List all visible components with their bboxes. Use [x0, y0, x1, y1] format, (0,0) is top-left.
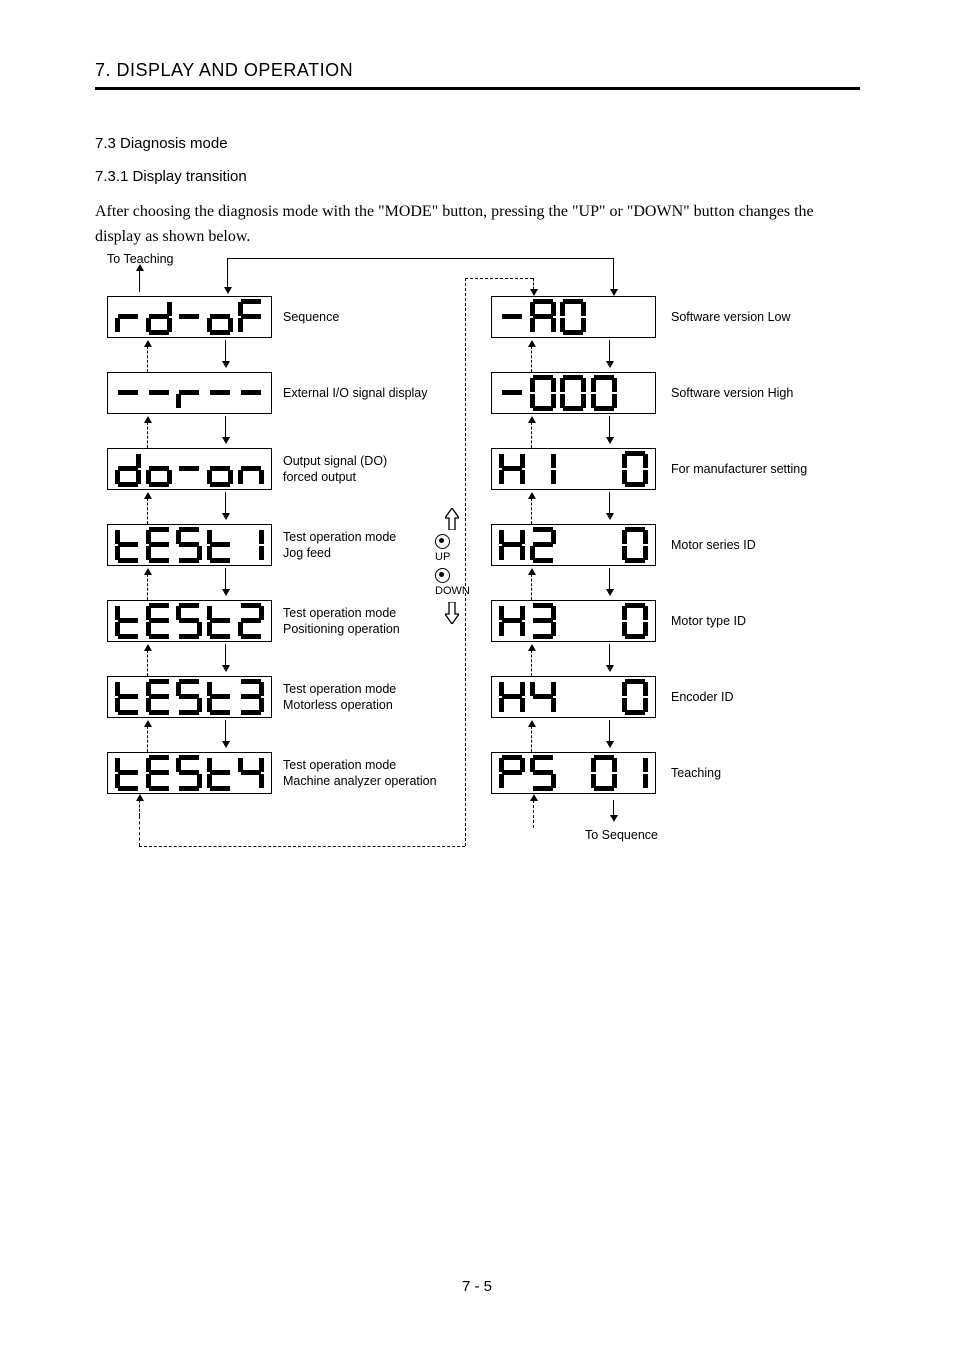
- display-label: Test operation mode Positioning operatio…: [283, 606, 400, 637]
- display-box: [491, 524, 656, 566]
- up-button-label: UP: [435, 551, 450, 563]
- display-box: [491, 372, 656, 414]
- chapter-title: 7. DISPLAY AND OPERATION: [95, 60, 860, 90]
- display-box: [107, 448, 272, 490]
- display-box: [491, 600, 656, 642]
- display-label: Software version Low: [671, 310, 791, 326]
- display-label: Output signal (DO) forced output: [283, 454, 387, 485]
- up-button-icon: [435, 534, 450, 549]
- display-label: Test operation mode Machine analyzer ope…: [283, 758, 437, 789]
- display-label: Teaching: [671, 766, 721, 782]
- down-button-icon: [435, 568, 450, 583]
- body-paragraph: After choosing the diagnosis mode with t…: [95, 200, 860, 250]
- dash-bottom-h: [139, 846, 465, 847]
- display-label: Encoder ID: [671, 690, 734, 706]
- display-box: [107, 372, 272, 414]
- display-box: [107, 676, 272, 718]
- display-box: [491, 676, 656, 718]
- down-arrow-icon: [445, 602, 459, 624]
- display-box: [107, 600, 272, 642]
- display-box: [107, 296, 272, 338]
- to-sequence-label: To Sequence: [585, 828, 658, 842]
- display-label: Motor series ID: [671, 538, 756, 554]
- diagram: To Teaching UP DOWN To Sequence Sequence…: [95, 252, 865, 862]
- display-label: For manufacturer setting: [671, 462, 807, 478]
- dash-right-down: [533, 800, 534, 828]
- display-box: [107, 752, 272, 794]
- arrow-to-sequence-down: [613, 800, 614, 820]
- dash-left-down: [139, 816, 140, 846]
- display-box: [491, 448, 656, 490]
- page-number: 7 - 5: [0, 1278, 954, 1295]
- display-label: Sequence: [283, 310, 339, 326]
- section-heading: 7.3 Diagnosis mode: [95, 135, 228, 152]
- arrow-into-left-col: [227, 258, 228, 292]
- display-box: [107, 524, 272, 566]
- dash-center-v: [465, 278, 466, 846]
- display-label: External I/O signal display: [283, 386, 428, 402]
- up-arrow-icon: [445, 508, 459, 530]
- dash-top-h: [465, 278, 533, 279]
- dash-into-right: [533, 278, 534, 294]
- display-box: [491, 296, 656, 338]
- display-label: Test operation mode Motorless operation: [283, 682, 396, 713]
- display-label: Test operation mode Jog feed: [283, 530, 396, 561]
- arrow-to-teaching: [139, 270, 140, 292]
- display-label: Software version High: [671, 386, 793, 402]
- display-box: [491, 752, 656, 794]
- subsection-heading: 7.3.1 Display transition: [95, 168, 247, 185]
- route-top-span: [227, 258, 613, 259]
- display-label: Motor type ID: [671, 614, 746, 630]
